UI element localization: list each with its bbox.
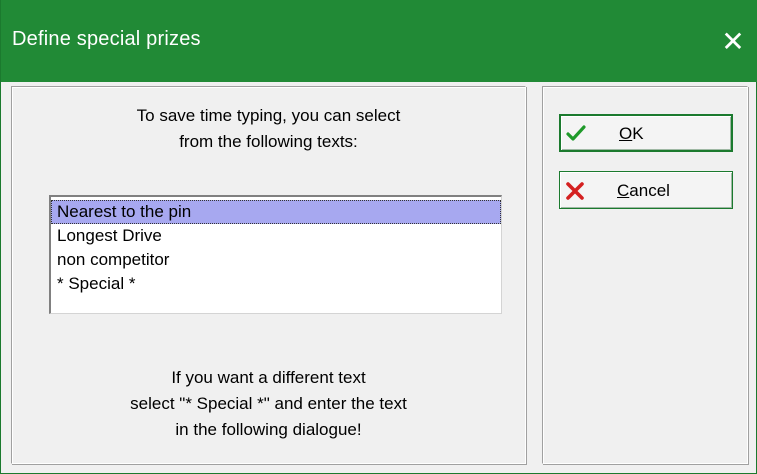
dialog-window: Define special prizes ✕ To save time typ… bbox=[0, 0, 757, 474]
close-icon[interactable]: ✕ bbox=[713, 22, 753, 62]
window-title: Define special prizes bbox=[12, 28, 201, 50]
cancel-button[interactable]: Cancel bbox=[559, 171, 733, 209]
ok-button[interactable]: OK bbox=[559, 114, 733, 152]
checkmark-icon bbox=[566, 125, 586, 141]
prize-text-listbox[interactable]: Nearest to the pin Longest Drive non com… bbox=[49, 195, 502, 314]
list-item-special[interactable]: * Special * bbox=[51, 272, 501, 296]
outro-text: If you want a different text select "* S… bbox=[12, 365, 525, 443]
outro-line-3: in the following dialogue! bbox=[175, 420, 362, 439]
title-bar[interactable]: Define special prizes ✕ bbox=[1, 0, 757, 82]
intro-line-2: from the following texts: bbox=[179, 132, 358, 151]
outro-line-2: select "* Special *" and enter the text bbox=[130, 394, 407, 413]
button-panel: OK Cancel bbox=[542, 86, 748, 464]
outro-line-1: If you want a different text bbox=[171, 368, 366, 387]
intro-line-1: To save time typing, you can select bbox=[136, 106, 401, 125]
text-selection-panel: To save time typing, you can select from… bbox=[11, 86, 526, 464]
cancel-button-label: Cancel bbox=[617, 181, 670, 200]
list-item-non-competitor[interactable]: non competitor bbox=[51, 248, 501, 272]
intro-text: To save time typing, you can select from… bbox=[12, 103, 525, 155]
ok-button-label: OK bbox=[619, 124, 644, 143]
list-item-nearest-to-the-pin[interactable]: Nearest to the pin bbox=[51, 200, 501, 224]
red-x-icon bbox=[566, 182, 584, 200]
dialog-client-area: To save time typing, you can select from… bbox=[1, 82, 756, 473]
list-item-longest-drive[interactable]: Longest Drive bbox=[51, 224, 501, 248]
